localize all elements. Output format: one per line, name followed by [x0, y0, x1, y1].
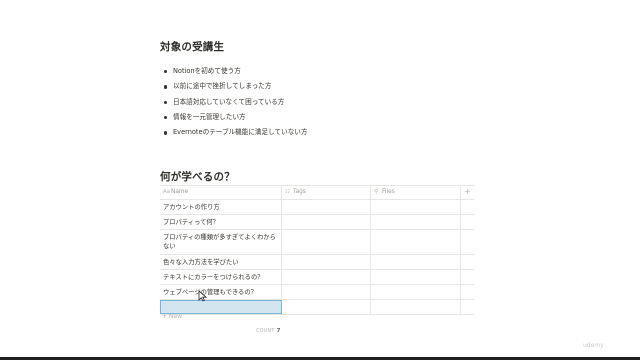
list-item[interactable]: 日本語対応していなくて困っている方: [163, 95, 307, 110]
database-table: AaName ☷ Tags ⚲ Files + アカウントの作り方 プロパティって何…: [160, 185, 474, 315]
empty-cell: [461, 285, 474, 299]
tags-cell[interactable]: [282, 300, 371, 314]
table-row-selected[interactable]: [160, 300, 474, 315]
section-heading-what-you-learn: 何が学べるの？: [160, 171, 235, 183]
files-cell[interactable]: [371, 300, 461, 314]
list-item[interactable]: 情報を一元管理したい方: [163, 110, 307, 125]
files-cell[interactable]: [371, 230, 461, 254]
udemy-watermark: udemy: [583, 342, 604, 349]
empty-cell: [461, 230, 474, 254]
count-label: COUNT: [256, 329, 275, 334]
target-students-list: Notionを初めて使う方 以前に途中で挫折してしまった方 日本語対応していなく…: [163, 64, 307, 140]
files-cell[interactable]: [371, 200, 461, 214]
count-value: 7: [276, 328, 281, 334]
list-item[interactable]: Notionを初めて使う方: [163, 64, 307, 79]
table-row[interactable]: プロパティの種類が多すぎてよくわからない: [160, 230, 474, 255]
files-cell[interactable]: [371, 215, 461, 229]
tags-cell[interactable]: [282, 230, 371, 254]
paperclip-icon: ⚲: [374, 189, 379, 195]
list-item[interactable]: Evernoteのテーブル機能に満足していない方: [163, 125, 307, 140]
files-cell[interactable]: [371, 285, 461, 299]
table-row[interactable]: 色々な入力方法を学びたい: [160, 255, 474, 270]
empty-cell: [461, 255, 474, 269]
column-label: Tags: [293, 189, 306, 195]
column-header-files[interactable]: ⚲ Files: [371, 186, 461, 199]
tags-cell[interactable]: [282, 255, 371, 269]
empty-cell: [461, 200, 474, 214]
table-row[interactable]: ウェブページの管理もできるの？: [160, 285, 474, 300]
empty-cell: [461, 300, 474, 314]
tags-cell[interactable]: [282, 270, 371, 284]
name-cell[interactable]: テキストにカラーをつけられるの？: [160, 270, 282, 284]
files-cell[interactable]: [371, 270, 461, 284]
empty-cell: [461, 270, 474, 284]
mouse-cursor-icon: [198, 290, 207, 302]
table-row[interactable]: テキストにカラーをつけられるの？: [160, 270, 474, 285]
column-label: Name: [171, 189, 189, 195]
name-cell[interactable]: ウェブページの管理もできるの？: [160, 285, 282, 299]
list-item[interactable]: 以前に途中で挫折してしまった方: [163, 79, 307, 94]
new-row-button[interactable]: + New: [162, 313, 182, 320]
tags-cell[interactable]: [282, 285, 371, 299]
count-footer[interactable]: COUNT 7: [256, 328, 281, 334]
table-row[interactable]: プロパティって何？: [160, 215, 474, 230]
notion-page: 対象の受講生 Notionを初めて使う方 以前に途中で挫折してしまった方 日本語…: [0, 0, 640, 360]
files-cell[interactable]: [371, 255, 461, 269]
name-cell-editing[interactable]: [160, 300, 282, 314]
table-header: AaName ☷ Tags ⚲ Files +: [160, 185, 474, 200]
add-column-button[interactable]: +: [461, 186, 474, 199]
name-cell[interactable]: プロパティの種類が多すぎてよくわからない: [160, 230, 282, 254]
section-heading-target-students: 対象の受講生: [160, 41, 225, 53]
column-header-name[interactable]: AaName: [160, 186, 282, 199]
plus-icon: +: [464, 187, 471, 196]
tags-cell[interactable]: [282, 200, 371, 214]
name-cell[interactable]: プロパティって何？: [160, 215, 282, 229]
name-cell[interactable]: アカウントの作り方: [160, 200, 282, 214]
table-row[interactable]: アカウントの作り方: [160, 200, 474, 215]
text-property-icon: Aa: [163, 189, 171, 195]
tags-cell[interactable]: [282, 215, 371, 229]
multi-select-icon: ☷: [285, 189, 290, 195]
column-header-tags[interactable]: ☷ Tags: [282, 186, 371, 199]
empty-cell: [461, 215, 474, 229]
column-label: Files: [382, 189, 395, 195]
name-cell[interactable]: 色々な入力方法を学びたい: [160, 255, 282, 269]
